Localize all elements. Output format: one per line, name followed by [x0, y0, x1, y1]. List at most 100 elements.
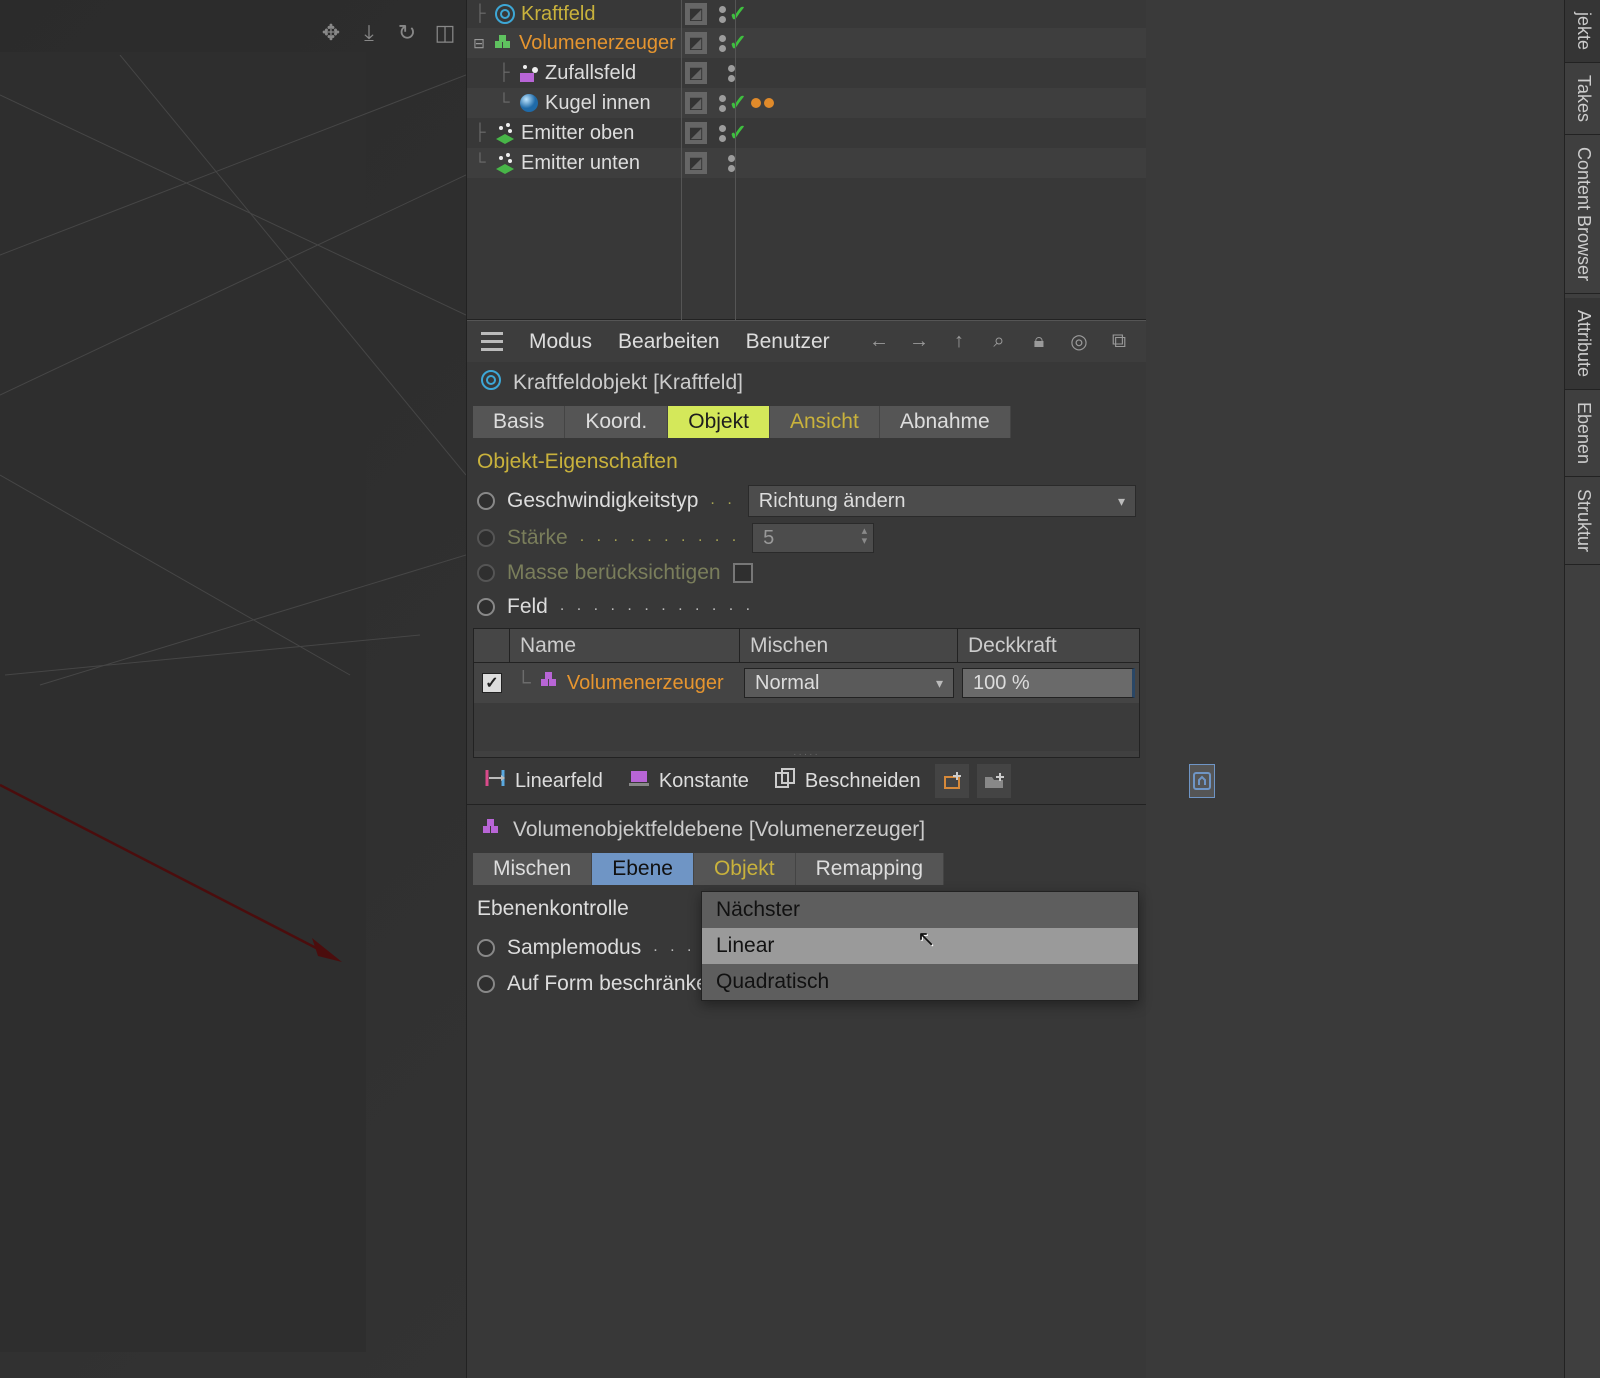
- new-window-icon[interactable]: ⧉: [1106, 330, 1132, 353]
- object-label[interactable]: Kraftfeld: [521, 3, 595, 26]
- opacity-input[interactable]: 100 %: [962, 668, 1135, 698]
- object-label[interactable]: Zufallsfeld: [545, 62, 636, 85]
- om-row[interactable]: └ Emitter unten ◩: [467, 148, 1146, 178]
- collapse-icon[interactable]: ⊟: [471, 35, 487, 52]
- tab-mischen[interactable]: Mischen: [473, 853, 592, 885]
- om-row[interactable]: └ Kugel innen ◩ ✓: [467, 88, 1146, 118]
- move-icon[interactable]: ✥: [316, 18, 346, 48]
- spinner-icon[interactable]: ▴▾: [862, 526, 868, 546]
- attribute-manager: Modus Bearbeiten Benutzer ← → ↑ ⌕ 🔒︎ ◎ ⧉…: [467, 320, 1146, 1001]
- visibility-toggle[interactable]: ◩: [685, 92, 707, 114]
- menu-item[interactable]: Linear: [702, 928, 1138, 964]
- visibility-toggle[interactable]: ◩: [685, 152, 707, 174]
- field-table-row[interactable]: ✓ └ Volumenerzeuger Normal▾ 100 %: [474, 663, 1139, 703]
- mass-checkbox[interactable]: [733, 563, 753, 583]
- maximize-icon[interactable]: ◫: [430, 18, 460, 48]
- lock-icon[interactable]: 🔒︎: [1026, 330, 1052, 353]
- row-enable-checkbox[interactable]: ✓: [482, 673, 502, 693]
- anim-dot[interactable]: [477, 564, 495, 582]
- menu-modus[interactable]: Modus: [529, 330, 592, 354]
- refresh-icon[interactable]: ↻: [392, 18, 422, 48]
- viewport[interactable]: ✥ ⤓ ↻ ◫: [0, 0, 466, 1378]
- menu-item[interactable]: Nächster: [702, 892, 1138, 928]
- menu-item[interactable]: Quadratisch: [702, 964, 1138, 1000]
- rtab-struktur[interactable]: Struktur: [1565, 477, 1600, 565]
- rtab-objekte[interactable]: jekte: [1565, 0, 1600, 63]
- nav-back-icon[interactable]: ←: [866, 330, 892, 353]
- rtab-content-browser[interactable]: Content Browser: [1565, 135, 1600, 294]
- tabs-objekt: Basis Koord. Objekt Ansicht Abnahme: [467, 404, 1146, 446]
- tab-koord[interactable]: Koord.: [565, 406, 668, 438]
- tree-line: └: [495, 94, 513, 112]
- preset-icon[interactable]: [1189, 764, 1215, 798]
- samplemode-menu[interactable]: Nächster Linear Quadratisch: [701, 891, 1139, 1001]
- prop-label: Geschwindigkeitstyp: [507, 489, 698, 513]
- rtab-takes[interactable]: Takes: [1565, 63, 1600, 135]
- anim-dot[interactable]: [477, 598, 495, 616]
- anim-dot[interactable]: [477, 975, 495, 993]
- volume-icon: [491, 31, 515, 55]
- visibility-toggle[interactable]: ◩: [685, 62, 707, 84]
- field-table-empty[interactable]: [474, 703, 1139, 751]
- render-toggle[interactable]: ✓: [711, 30, 751, 56]
- am-object-title: Kraftfeldobjekt [Kraftfeld]: [513, 371, 743, 395]
- tab-remapping[interactable]: Remapping: [796, 853, 944, 885]
- prop-label: Auf Form beschränken: [507, 972, 719, 996]
- add-folder-icon[interactable]: [977, 764, 1011, 798]
- am-menubar: Modus Bearbeiten Benutzer ← → ↑ ⌕ 🔒︎ ◎ ⧉: [467, 320, 1146, 362]
- anim-dot[interactable]: [477, 529, 495, 547]
- btn-linearfeld[interactable]: Linearfeld: [473, 762, 613, 800]
- tab-objekt[interactable]: Objekt: [668, 406, 770, 438]
- tree-line: └: [471, 154, 489, 172]
- row-name[interactable]: Volumenerzeuger: [567, 672, 724, 695]
- btn-konstante[interactable]: Konstante: [617, 762, 759, 800]
- tab-ansicht[interactable]: Ansicht: [770, 406, 880, 438]
- nav-up-icon[interactable]: ↑: [946, 330, 972, 353]
- speedtype-dropdown[interactable]: Richtung ändern ▾: [748, 485, 1136, 517]
- render-toggle[interactable]: [711, 152, 751, 174]
- rtab-ebenen[interactable]: Ebenen: [1565, 390, 1600, 477]
- object-label[interactable]: Kugel innen: [545, 92, 651, 115]
- col-mix[interactable]: Mischen: [740, 629, 958, 662]
- om-row[interactable]: ⊟ Volumenerzeuger ◩ ✓: [467, 28, 1146, 58]
- object-manager[interactable]: ├ Kraftfeld ◩ ✓ ⊟ Volumenerzeuger ◩ ✓: [467, 0, 1146, 320]
- rtab-attribute[interactable]: Attribute: [1565, 298, 1600, 390]
- add-layer-icon[interactable]: [935, 764, 969, 798]
- tab-ebene[interactable]: Ebene: [592, 853, 694, 885]
- tree-line: ├: [495, 64, 513, 82]
- tab-abnahme[interactable]: Abnahme: [880, 406, 1011, 438]
- tab-objekt2[interactable]: Objekt: [694, 853, 796, 885]
- om-row[interactable]: ├ Zufallsfeld ◩: [467, 58, 1146, 88]
- tab-basis[interactable]: Basis: [473, 406, 565, 438]
- om-row[interactable]: ├ Kraftfeld ◩ ✓: [467, 0, 1146, 28]
- col-name[interactable]: Name: [510, 629, 740, 662]
- field-table-head: Name Mischen Deckkraft: [474, 629, 1139, 663]
- material-tag[interactable]: [751, 98, 781, 108]
- menu-bearbeiten[interactable]: Bearbeiten: [618, 330, 720, 354]
- visibility-toggle[interactable]: ◩: [685, 3, 707, 25]
- target-icon[interactable]: ◎: [1066, 329, 1092, 354]
- visibility-toggle[interactable]: ◩: [685, 122, 707, 144]
- anim-dot[interactable]: [477, 492, 495, 510]
- btn-beschneiden[interactable]: Beschneiden: [763, 762, 931, 800]
- hamburger-icon[interactable]: [481, 332, 503, 351]
- drag-handle[interactable]: ·····: [474, 751, 1139, 757]
- object-label[interactable]: Emitter oben: [521, 122, 634, 145]
- search-icon[interactable]: ⌕: [986, 330, 1012, 353]
- dock-down-icon[interactable]: ⤓: [354, 18, 384, 48]
- render-toggle[interactable]: [711, 62, 751, 84]
- visibility-toggle[interactable]: ◩: [685, 32, 707, 54]
- anim-dot[interactable]: [477, 939, 495, 957]
- render-toggle[interactable]: ✓: [711, 120, 751, 146]
- nav-fwd-icon[interactable]: →: [906, 330, 932, 353]
- render-toggle[interactable]: ✓: [711, 90, 751, 116]
- col-opacity[interactable]: Deckkraft: [958, 629, 1139, 662]
- object-label[interactable]: Emitter unten: [521, 152, 640, 175]
- mix-dropdown[interactable]: Normal▾: [744, 668, 954, 698]
- om-row[interactable]: ├ Emitter oben ◩ ✓: [467, 118, 1146, 148]
- object-label[interactable]: Volumenerzeuger: [519, 32, 676, 55]
- menu-benutzer[interactable]: Benutzer: [746, 330, 830, 354]
- render-toggle[interactable]: ✓: [711, 1, 751, 27]
- strength-input[interactable]: 5 ▴▾: [752, 523, 874, 553]
- field-table: Name Mischen Deckkraft ✓ └ Volumenerzeug…: [473, 628, 1140, 758]
